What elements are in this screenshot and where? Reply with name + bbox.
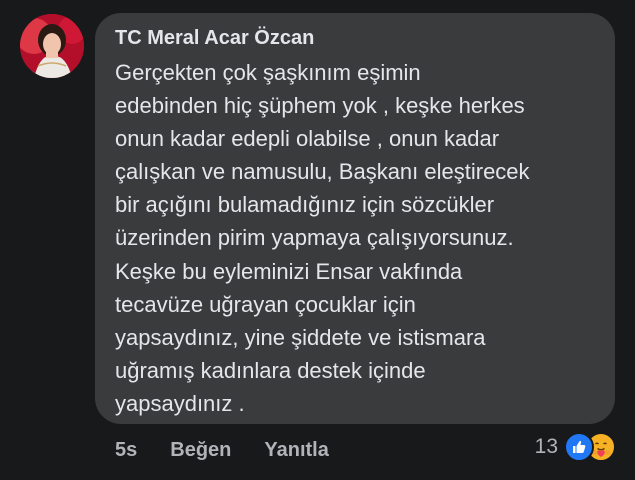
avatar-photo (20, 14, 84, 78)
author-name[interactable]: TC Meral Acar Özcan (115, 25, 314, 51)
reaction-summary[interactable]: 13 (535, 432, 616, 462)
comment-timestamp[interactable]: 5s (115, 439, 137, 462)
comment-text-line: bir açığını bulamadığınız için sözcükler (115, 192, 495, 218)
comment-text-line: üzerinden pirim yapmaya çalışıyorsunuz. (115, 225, 514, 251)
comment-text-line: Keşke bu eyleminizi Ensar vakfında (115, 258, 463, 284)
comment-actions: 5s Beğen Yanıtla (115, 436, 329, 464)
comment-text-line: onun kadar edepli olabilse , onun kadar (115, 126, 500, 152)
comment-text-line: çalışkan ve namusulu, Başkanı eleştirece… (115, 159, 530, 185)
comment-text: Gerçekten çok şaşkınım eşimin edebinden … (115, 56, 610, 420)
reply-button[interactable]: Yanıtla (264, 439, 328, 462)
comment-text-line: yapsaydınız, yine şiddete ve istismara (115, 324, 486, 350)
comment: TC Meral Acar Özcan Gerçekten çok şaşkın… (0, 0, 635, 480)
comment-text-line: tecavüze uğrayan çocuklar için (115, 291, 416, 317)
avatar[interactable] (20, 14, 84, 78)
reaction-count: 13 (534, 435, 558, 458)
comment-text-line: edebinden hiç şüphem yok , keşke herkes (115, 93, 525, 119)
like-reaction-icon (564, 432, 594, 462)
comment-text-line: Gerçekten çok şaşkınım eşimin (115, 60, 421, 85)
comment-text-line: yapsaydınız . (115, 390, 245, 416)
comment-text-line: uğramış kadınlara destek içinde (115, 357, 426, 383)
like-button[interactable]: Beğen (170, 439, 231, 462)
